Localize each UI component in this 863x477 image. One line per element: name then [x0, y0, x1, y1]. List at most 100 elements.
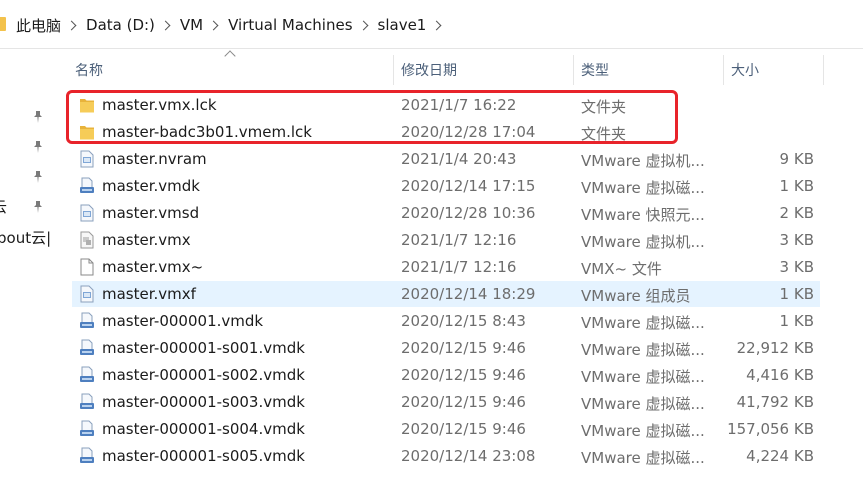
vmware-file-icon [79, 150, 95, 168]
file-type: 文件夹 [581, 98, 627, 116]
pin-icon[interactable] [33, 201, 43, 213]
file-size: 2 KB [779, 204, 814, 222]
vmx-file-icon [79, 231, 95, 249]
column-header-size[interactable]: 大小 [731, 60, 759, 80]
file-row[interactable]: master-000001-s001.vmdk 2020/12/15 9:46 VM… [72, 335, 820, 361]
file-name: master.vmx [102, 231, 191, 249]
vmware-file-icon [79, 204, 95, 222]
column-divider[interactable] [823, 55, 824, 85]
file-list: 名称 修改日期 类型 大小 master.vmx.lck 2021/1/7 16:… [52, 49, 863, 477]
file-modified-date: 2020/12/15 8:43 [401, 312, 526, 330]
file-name: master-000001-s001.vmdk [102, 339, 305, 357]
file-modified-date: 2020/12/28 17:04 [401, 123, 536, 141]
file-name: master.nvram [102, 150, 207, 168]
file-size: 41,792 KB [736, 393, 814, 411]
column-divider[interactable] [573, 55, 574, 85]
file-type: VMware 虚拟磁... [581, 341, 705, 359]
navigation-pane: 云 bout云| [0, 49, 52, 477]
vmware-file-icon [79, 285, 95, 303]
file-size: 1 KB [779, 177, 814, 195]
file-name: master.vmsd [102, 204, 200, 222]
file-type: VMware 快照元... [581, 206, 705, 224]
file-name: master-badc3b01.vmem.lck [102, 123, 312, 141]
chevron-right-icon[interactable] [431, 20, 442, 30]
file-name: master-000001-s003.vmdk [102, 393, 305, 411]
file-type: VMware 虚拟磁... [581, 449, 705, 467]
column-divider[interactable] [723, 55, 724, 85]
file-size: 1 KB [779, 312, 814, 330]
folder-icon [79, 96, 95, 114]
file-name: master-000001-s005.vmdk [102, 447, 305, 465]
file-size: 3 KB [779, 258, 814, 276]
file-modified-date: 2020/12/15 9:46 [401, 366, 526, 384]
nav-item-label[interactable]: 云 [0, 196, 7, 217]
file-row[interactable]: master.vmdk 2020/12/14 17:15 VMware 虚拟磁...… [72, 173, 820, 199]
file-name: master-000001-s004.vmdk [102, 420, 305, 438]
file-row[interactable]: master.nvram 2021/1/4 20:43 VMware 虚拟机... 9… [72, 146, 820, 172]
breadcrumb-item-vm[interactable]: VM [180, 16, 203, 34]
column-divider[interactable] [393, 55, 394, 85]
file-modified-date: 2020/12/15 9:46 [401, 420, 526, 438]
disk-file-icon [79, 420, 95, 438]
file-row[interactable]: master-badc3b01.vmem.lck 2020/12/28 17:04… [72, 119, 820, 145]
column-header-date[interactable]: 修改日期 [401, 60, 457, 80]
chevron-right-icon[interactable] [208, 20, 219, 30]
pin-icon[interactable] [33, 171, 43, 183]
pin-icon[interactable] [33, 141, 43, 153]
address-bar[interactable]: 此电脑 Data (D:) VM Virtual Machines slave1 [0, 0, 863, 49]
file-size: 4,416 KB [746, 366, 814, 384]
file-type: VMware 虚拟磁... [581, 368, 705, 386]
column-header-type[interactable]: 类型 [581, 60, 609, 80]
nav-item-label[interactable]: bout云| [0, 227, 51, 248]
file-size: 3 KB [779, 231, 814, 249]
file-modified-date: 2020/12/14 18:29 [401, 285, 536, 303]
sort-ascending-icon [224, 50, 236, 62]
file-name: master.vmx.lck [102, 96, 217, 114]
chevron-right-icon[interactable] [358, 20, 368, 30]
blank-file-icon [79, 258, 95, 276]
file-modified-date: 2021/1/7 16:22 [401, 96, 517, 114]
file-modified-date: 2021/1/4 20:43 [401, 150, 517, 168]
file-row[interactable]: master.vmxf 2020/12/14 18:29 VMware 组成员 1 K… [72, 281, 820, 307]
file-row[interactable]: master-000001-s003.vmdk 2020/12/15 9:46 VM… [72, 389, 820, 415]
file-size: 9 KB [779, 150, 814, 168]
file-row[interactable]: master-000001-s004.vmdk 2020/12/15 9:46 VM… [72, 416, 820, 442]
breadcrumb: 此电脑 Data (D:) VM Virtual Machines slave1 [16, 13, 451, 37]
file-type: VMware 虚拟磁... [581, 314, 705, 332]
file-type: VMware 虚拟磁... [581, 179, 705, 197]
file-modified-date: 2021/1/7 12:16 [401, 258, 517, 276]
breadcrumb-item-this-pc[interactable]: 此电脑 [16, 15, 61, 36]
pin-icon[interactable] [33, 111, 43, 123]
disk-file-icon [79, 447, 95, 465]
folder-icon [79, 123, 95, 141]
file-type: 文件夹 [581, 125, 627, 143]
breadcrumb-item-slave1[interactable]: slave1 [378, 16, 427, 34]
file-row[interactable]: master-000001-s002.vmdk 2020/12/15 9:46 VM… [72, 362, 820, 388]
chevron-right-icon[interactable] [66, 20, 77, 30]
file-name: master.vmdk [102, 177, 200, 195]
file-name: master-000001-s002.vmdk [102, 366, 305, 384]
breadcrumb-item-data-drive[interactable]: Data (D:) [86, 16, 155, 34]
file-name: master.vmxf [102, 285, 196, 303]
disk-file-icon [79, 339, 95, 357]
file-row[interactable]: master-000001-s005.vmdk 2020/12/14 23:08 V… [72, 443, 820, 469]
file-size: 4,224 KB [746, 447, 814, 465]
disk-file-icon [79, 393, 95, 411]
breadcrumb-item-virtual-machines[interactable]: Virtual Machines [228, 16, 352, 34]
file-modified-date: 2020/12/14 23:08 [401, 447, 536, 465]
file-modified-date: 2020/12/28 10:36 [401, 204, 536, 222]
file-modified-date: 2020/12/15 9:46 [401, 393, 526, 411]
file-modified-date: 2020/12/14 17:15 [401, 177, 536, 195]
disk-file-icon [79, 312, 95, 330]
file-type: VMware 组成员 [581, 287, 691, 305]
file-row[interactable]: master.vmsd 2020/12/28 10:36 VMware 快照元...… [72, 200, 820, 226]
file-row[interactable]: master.vmx 2021/1/7 12:16 VMware 虚拟机... 3 K… [72, 227, 820, 253]
file-row[interactable]: master.vmx~ 2021/1/7 12:16 VMX~ 文件 3 KB [72, 254, 820, 280]
chevron-right-icon[interactable] [160, 20, 171, 30]
file-row[interactable]: master-000001.vmdk 2020/12/15 8:43 VMware … [72, 308, 820, 334]
column-header-name[interactable]: 名称 [75, 60, 103, 80]
file-type: VMware 虚拟磁... [581, 422, 705, 440]
disk-file-icon [79, 366, 95, 384]
file-row[interactable]: master.vmx.lck 2021/1/7 16:22 文件夹 [72, 92, 820, 118]
disk-file-icon [79, 177, 95, 195]
